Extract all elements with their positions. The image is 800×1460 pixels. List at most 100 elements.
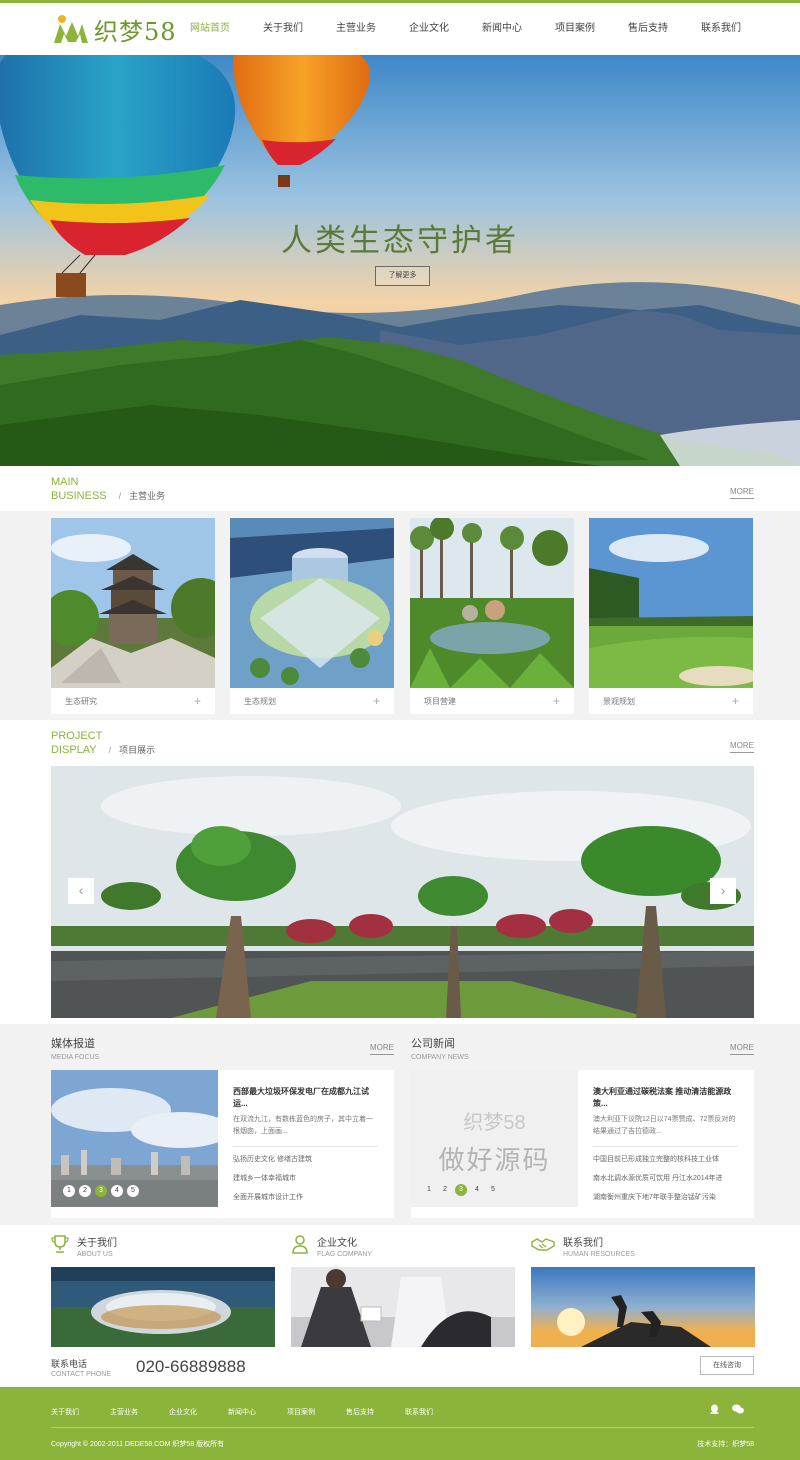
company-news-pagination: 1 2 3 4 5 [423, 1184, 503, 1196]
card-image-building [230, 518, 394, 688]
page-dot[interactable]: 2 [439, 1184, 451, 1196]
wechat-icon[interactable] [732, 1404, 744, 1414]
watermark-line2: 做好源码 [438, 1145, 551, 1175]
business-heading: MAIN BUSINESS / 主营业务 [51, 476, 165, 503]
company-news-box: 织梦58 做好源码 1 2 3 4 5 澳大利亚通过碳税法案 推动清洁能源政策.… [411, 1070, 754, 1218]
business-heading-cn: 主营业务 [129, 491, 166, 501]
company-news-title-en: COMPANY NEWS [411, 1054, 469, 1061]
page-dot[interactable]: 4 [111, 1185, 123, 1197]
user-icon [292, 1235, 308, 1254]
plus-icon[interactable]: + [732, 694, 739, 708]
footer-divider [51, 1427, 754, 1428]
culture-title[interactable]: 企业文化 [317, 1234, 372, 1249]
nav-home[interactable]: 网站首页 [190, 3, 263, 55]
learn-more-button[interactable]: 了解更多 [375, 266, 430, 286]
company-news-more-link[interactable]: MORE [730, 1043, 754, 1055]
footer-link[interactable]: 售后支持 [346, 1407, 374, 1417]
nav-business[interactable]: 主营业务 [336, 3, 409, 55]
project-slider: ‹ › [51, 766, 754, 1018]
footer-link[interactable]: 联系我们 [405, 1407, 433, 1417]
qq-icon[interactable] [709, 1404, 720, 1414]
page-dot[interactable]: 1 [63, 1185, 75, 1197]
card-label: 项目营建 [424, 696, 456, 706]
media-list-item[interactable]: 建城乡一体幸福城市 [233, 1169, 378, 1188]
card-image-golf [589, 518, 753, 688]
media-headline[interactable]: 西部最大垃圾环保发电厂在成都九江试运... [233, 1086, 378, 1110]
company-news-title: 公司新闻 [411, 1038, 455, 1050]
culture-title-en: FLAG COMPANY [317, 1251, 373, 1258]
media-pagination: 1 2 3 4 5 [63, 1185, 143, 1197]
tech-support-text[interactable]: 技术支持：织梦58 [697, 1439, 754, 1449]
hero-title: 人类生态守护者 [281, 223, 519, 258]
contact-title-en: HUMAN RESOURCES [563, 1251, 635, 1258]
plus-icon[interactable]: + [194, 694, 201, 708]
hero-landscape-image [0, 55, 800, 466]
business-card-landscape[interactable]: 景观规划 + [589, 518, 753, 714]
contact-phone-label: 联系电话 CONTACT PHONE [51, 1357, 111, 1378]
copyright-text: Copyright © 2002-2011 DEDE58.COM 织梦58 版权… [51, 1441, 225, 1448]
company-news-list-item[interactable]: 湖南衡州重庆下地7年联手整治锰矿污染 [593, 1188, 738, 1207]
project-more-link[interactable]: MORE [730, 741, 754, 753]
nav-cases[interactable]: 项目案例 [555, 3, 628, 55]
watermark-line1: 织梦58 [463, 1112, 526, 1134]
nav-culture[interactable]: 企业文化 [409, 3, 482, 55]
about-us-title[interactable]: 关于我们 [77, 1234, 117, 1249]
online-consult-button[interactable]: 在线咨询 [700, 1356, 754, 1375]
business-more-link[interactable]: MORE [730, 487, 754, 499]
business-heading-en1: MAIN [51, 476, 79, 488]
page-dot[interactable]: 1 [423, 1184, 435, 1196]
contact-phone-label-cn: 联系电话 [51, 1359, 88, 1369]
footer-link[interactable]: 新闻中心 [228, 1407, 256, 1417]
page-dot-active[interactable]: 3 [455, 1184, 467, 1196]
business-card-research[interactable]: 生态研究 + [51, 518, 215, 714]
media-list-item[interactable]: 全面开展城市设计工作 [233, 1188, 378, 1207]
footer-link[interactable]: 关于我们 [51, 1407, 79, 1417]
project-heading: PROJECT DISPLAY / 项目展示 [51, 730, 155, 757]
footer-nav: 关于我们 主营业务 企业文化 新闻中心 项目案例 售后支持 联系我们 [51, 1407, 464, 1417]
logo[interactable]: 织梦58 [52, 13, 177, 46]
slider-prev-button[interactable]: ‹ [68, 878, 94, 904]
plus-icon[interactable]: + [553, 694, 560, 708]
culture-meeting-image[interactable] [291, 1267, 515, 1347]
footer-link[interactable]: 项目案例 [287, 1407, 315, 1417]
media-more-link[interactable]: MORE [370, 1043, 394, 1055]
nav-about[interactable]: 关于我们 [263, 3, 336, 55]
footer-link[interactable]: 主营业务 [110, 1407, 138, 1417]
handshake-icon [531, 1238, 555, 1251]
page-dot[interactable]: 2 [79, 1185, 91, 1197]
company-news-list-item[interactable]: 南水北调水源优质可饮用 丹江水2014年进 [593, 1169, 738, 1188]
nav-support[interactable]: 售后支持 [628, 3, 701, 55]
footer: 关于我们 主营业务 企业文化 新闻中心 项目案例 售后支持 联系我们 Copyr… [0, 1387, 800, 1460]
page-dot[interactable]: 4 [471, 1184, 483, 1196]
project-heading-en2: DISPLAY [51, 744, 97, 756]
media-title-en: MEDIA FOCUS [51, 1054, 100, 1061]
slider-next-button[interactable]: › [710, 878, 736, 904]
media-list: 弘扬历史文化 修缮古建筑 建城乡一体幸福城市 全面开展城市设计工作 [233, 1146, 378, 1207]
about-stadium-image[interactable] [51, 1267, 275, 1347]
business-heading-en2: BUSINESS [51, 490, 107, 502]
card-label: 生态规划 [244, 696, 276, 706]
company-news-headline[interactable]: 澳大利亚通过碳税法案 推动清洁能源政策... [593, 1086, 738, 1110]
business-card-planning[interactable]: 生态规划 + [230, 518, 394, 714]
footer-link[interactable]: 企业文化 [169, 1407, 197, 1417]
contact-title[interactable]: 联系我们 [563, 1234, 635, 1249]
media-heading: 媒体报道 MEDIA FOCUS [51, 1035, 99, 1061]
page-dot[interactable]: 5 [127, 1185, 139, 1197]
separator: / [108, 745, 112, 755]
company-news-list-item[interactable]: 中国目前已形成独立完整的核科技工业体 [593, 1150, 738, 1169]
company-news-desc: 澳大利亚下议院12日以74票赞成、72票反对的结果通过了吉拉德政... [593, 1116, 736, 1135]
business-card-construction[interactable]: 项目营建 + [410, 518, 574, 714]
plus-icon[interactable]: + [373, 694, 380, 708]
company-news-list: 中国目前已形成独立完整的核科技工业体 南水北调水源优质可饮用 丹江水2014年进… [593, 1146, 738, 1207]
contact-heading: 联系我们 HUMAN RESOURCES [531, 1234, 635, 1258]
nav-news[interactable]: 新闻中心 [482, 3, 555, 55]
separator: / [118, 491, 122, 501]
trophy-icon [51, 1235, 69, 1253]
page-dot[interactable]: 5 [487, 1184, 499, 1196]
page-dot-active[interactable]: 3 [95, 1185, 107, 1197]
card-image-pavilion [51, 518, 215, 688]
nav-contact[interactable]: 联系我们 [701, 3, 751, 55]
about-us-heading: 关于我们 ABOUT US [51, 1234, 117, 1258]
contact-climbers-image[interactable] [531, 1267, 755, 1347]
media-list-item[interactable]: 弘扬历史文化 修缮古建筑 [233, 1150, 378, 1169]
